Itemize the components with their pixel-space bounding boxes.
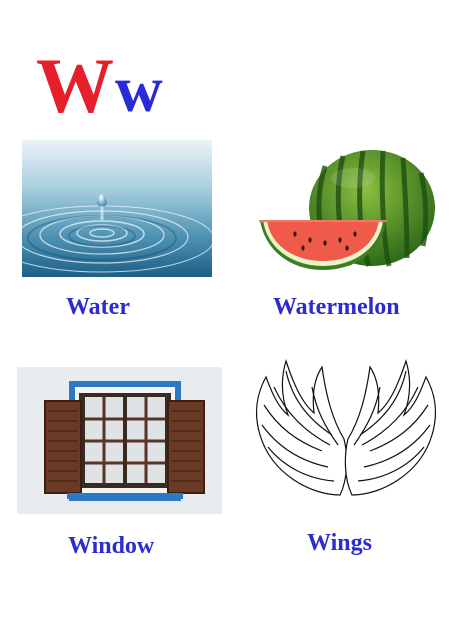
window-image <box>17 367 222 514</box>
water-drop-image <box>22 140 212 277</box>
wings-image <box>252 355 440 520</box>
lowercase-letter: w <box>115 53 163 126</box>
uppercase-letter: W <box>36 42 114 129</box>
label-watermelon: Watermelon <box>273 294 400 320</box>
watermelon-image <box>255 148 437 278</box>
label-water: Water <box>66 294 130 320</box>
label-window: Window <box>68 533 155 559</box>
label-wings: Wings <box>307 530 372 556</box>
